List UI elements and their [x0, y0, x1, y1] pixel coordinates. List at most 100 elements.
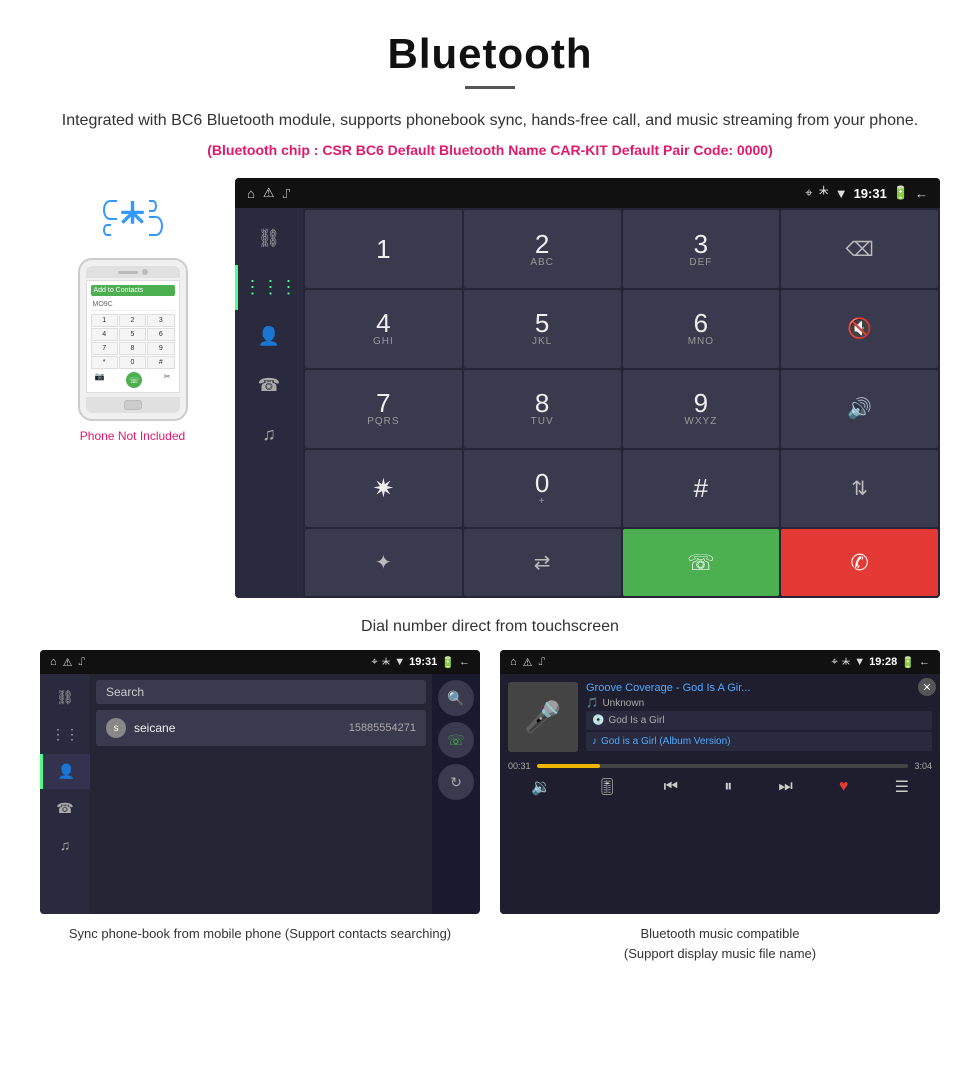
music-track: ♪ God is a Girl (Album Version): [586, 732, 932, 751]
dial-key-4[interactable]: 4 GHI: [305, 290, 462, 368]
dial-key-hash[interactable]: #: [623, 450, 780, 528]
ph-back-icon[interactable]: ←: [459, 656, 470, 668]
dial-key-3[interactable]: 3 DEF: [623, 210, 780, 288]
dialpad-grid: 1 2 ABC 3 DEF ⌫: [303, 208, 940, 598]
dial-key-end[interactable]: ✆: [781, 529, 938, 596]
car-sidebar-music[interactable]: ♫: [235, 412, 303, 457]
page-header: Bluetooth Integrated with BC6 Bluetooth …: [0, 0, 980, 178]
phonebook-status-time: 19:31: [409, 656, 437, 668]
phonebook-sidebar: ⛓ ⋮⋮ 👤 ☎ ♫: [40, 674, 90, 914]
car-main: ⛓ ⋮⋮⋮ 👤 ☎ ♫ 1 2 ABC: [235, 208, 940, 598]
music-caption: Bluetooth music compatible(Support displ…: [624, 924, 816, 963]
ph-battery-icon: 🔋: [441, 656, 455, 669]
mu-home-icon: ⌂: [510, 656, 517, 668]
dial-key-merge[interactable]: ✦: [305, 529, 462, 596]
ph-gps-icon: ⌖: [372, 656, 378, 669]
phone-side: ⯸ Add to Contacts MO9C 123: [40, 178, 225, 443]
car-dialpad: 1 2 ABC 3 DEF ⌫: [303, 208, 940, 598]
heart-button[interactable]: ♥: [839, 778, 849, 796]
back-icon[interactable]: ←: [915, 186, 928, 201]
ph-sb-music[interactable]: ♫: [40, 828, 90, 862]
playlist-button[interactable]: ☰: [895, 777, 909, 797]
contact-number: 15885554271: [349, 722, 416, 734]
page-description: Integrated with BC6 Bluetooth module, su…: [60, 107, 920, 134]
dial-key-volume[interactable]: 🔊: [781, 370, 938, 448]
contact-initial: s: [106, 718, 126, 738]
mu-back-icon[interactable]: ←: [919, 656, 930, 668]
progress-bar[interactable]: [537, 764, 909, 768]
ph-call-action[interactable]: ☏: [438, 722, 474, 758]
dial-key-8[interactable]: 8 TUV: [464, 370, 621, 448]
dial-key-transfer[interactable]: ⇅: [781, 450, 938, 528]
phonebook-content: Search s seicane 15885554271: [90, 674, 432, 914]
dial-key-1[interactable]: 1: [305, 210, 462, 288]
phone-keypad: 123 456 789 *0#: [91, 314, 175, 369]
bluetooth-status-icon: ⯸: [819, 182, 829, 204]
status-bar-left: ⌂ ⚠ ⑀: [247, 185, 290, 201]
phone-not-included-label: Phone Not Included: [80, 429, 185, 443]
contact-entry[interactable]: s seicane 15885554271: [96, 710, 426, 746]
phonebook-status-bar: ⌂ ⚠ ⑀ ⌖ ⯸ ▼ 19:31 🔋 ←: [40, 650, 480, 674]
equalizer-button[interactable]: 🎚: [597, 777, 617, 797]
mu-bt-icon: ⯸: [842, 653, 851, 672]
warning-icon: ⚠: [263, 185, 275, 201]
dial-key-2[interactable]: 2 ABC: [464, 210, 621, 288]
phonebook-caption: Sync phone-book from mobile phone (Suppo…: [69, 924, 451, 944]
album-art: 🎤: [508, 682, 578, 752]
music-close-button[interactable]: ✕: [918, 678, 936, 696]
progress-current: 00:31: [508, 761, 531, 771]
next-button[interactable]: ⏭: [778, 778, 792, 796]
car-sidebar-calls[interactable]: ☎: [235, 363, 303, 408]
mu-usb-icon: ⑀: [539, 656, 546, 668]
phonebook-screen: ⌂ ⚠ ⑀ ⌖ ⯸ ▼ 19:31 🔋 ← ⛓ ⋮⋮ 👤: [40, 650, 480, 914]
dial-key-star[interactable]: ✷: [305, 450, 462, 528]
main-content-area: ⯸ Add to Contacts MO9C 123: [0, 178, 980, 598]
ph-sb-dialpad[interactable]: ⋮⋮: [40, 717, 90, 752]
progress-fill: [537, 764, 600, 768]
page-title: Bluetooth: [60, 30, 920, 78]
mu-battery-icon: 🔋: [901, 656, 915, 669]
usb-icon: ⑀: [283, 186, 291, 201]
prev-button[interactable]: ⏮: [664, 778, 678, 796]
page-specs: (Bluetooth chip : CSR BC6 Default Blueto…: [60, 142, 920, 158]
phonebook-main: ⛓ ⋮⋮ 👤 ☎ ♫ Search s seicane 15885554271: [40, 674, 480, 914]
dial-key-swap[interactable]: ⇄: [464, 529, 621, 596]
music-title: Groove Coverage - God Is A Gir...: [586, 682, 932, 694]
dial-key-7[interactable]: 7 PQRS: [305, 370, 462, 448]
ph-wifi-icon: ▼: [394, 656, 405, 668]
car-screen: ⌂ ⚠ ⑀ ⌖ ⯸ ▼ 19:31 🔋 ← ⛓ ⋮⋮⋮: [235, 178, 940, 598]
status-time: 19:31: [854, 186, 887, 201]
dial-key-9[interactable]: 9 WXYZ: [623, 370, 780, 448]
dial-key-6[interactable]: 6 MNO: [623, 290, 780, 368]
ph-home-icon: ⌂: [50, 656, 57, 668]
dial-key-backspace[interactable]: ⌫: [781, 210, 938, 288]
car-sidebar-dialpad[interactable]: ⋮⋮⋮: [235, 265, 303, 310]
car-screen-wrap: ⌂ ⚠ ⑀ ⌖ ⯸ ▼ 19:31 🔋 ← ⛓ ⋮⋮⋮: [235, 178, 940, 598]
gps-icon: ⌖: [805, 185, 812, 201]
phone-mockup: Add to Contacts MO9C 123 456 789 *0# 📷 ☏…: [78, 258, 188, 421]
ph-usb-icon: ⑀: [79, 656, 86, 668]
dial-key-5[interactable]: 5 JKL: [464, 290, 621, 368]
ph-refresh-action[interactable]: ↻: [438, 764, 474, 800]
ph-search-action[interactable]: 🔍: [438, 680, 474, 716]
music-album: 💿 God Is a Girl: [586, 711, 932, 730]
phone-screen: Add to Contacts MO9C 123 456 789 *0# 📷 ☏…: [86, 280, 180, 393]
contact-name: seicane: [134, 721, 349, 735]
pause-button[interactable]: ⏸: [724, 778, 732, 796]
ph-sb-contacts[interactable]: 👤: [40, 754, 90, 789]
ph-sb-link[interactable]: ⛓: [40, 680, 90, 715]
dial-key-mute[interactable]: 🔇: [781, 290, 938, 368]
search-bar[interactable]: Search: [96, 680, 426, 704]
ph-warning-icon: ⚠: [63, 656, 73, 669]
car-sidebar-link[interactable]: ⛓: [235, 216, 303, 261]
volume-button[interactable]: 🔉: [531, 777, 551, 797]
music-status-bar: ⌂ ⚠ ⑀ ⌖ ⯸ ▼ 19:28 🔋 ←: [500, 650, 940, 674]
car-sidebar-contacts[interactable]: 👤: [235, 314, 303, 359]
progress-total: 3:04: [914, 761, 932, 771]
mu-warning-icon: ⚠: [523, 656, 533, 669]
music-progress: 00:31 3:04: [508, 761, 932, 771]
music-controls: 🔉 🎚 ⏮ ⏸ ⏭ ♥ ☰: [508, 777, 932, 797]
dial-key-call[interactable]: ☏: [623, 529, 780, 596]
ph-sb-calls[interactable]: ☎: [40, 791, 90, 826]
dial-key-0[interactable]: 0 +: [464, 450, 621, 528]
